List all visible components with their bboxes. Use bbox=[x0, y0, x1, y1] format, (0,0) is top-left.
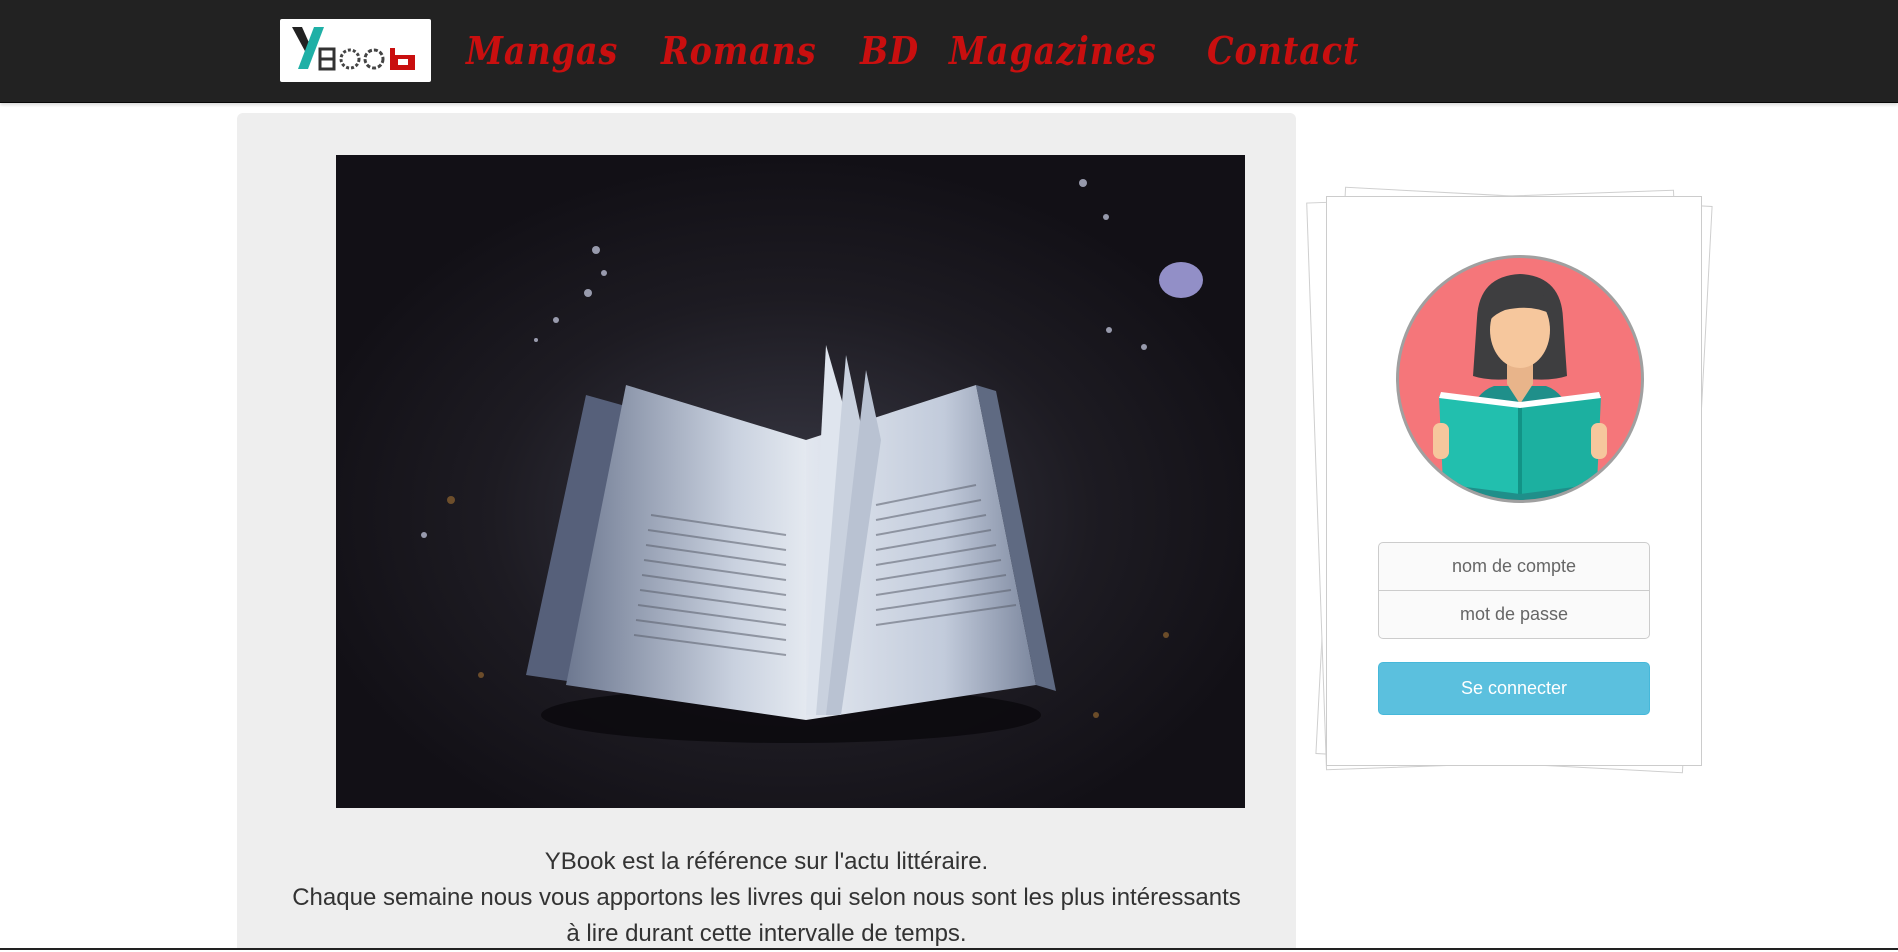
nav-link-contact[interactable]: Contact bbox=[1207, 28, 1359, 73]
ybook-logo[interactable] bbox=[280, 19, 431, 82]
login-widget: Se connecter bbox=[1306, 186, 1724, 790]
main-content-panel: YBook est la référence sur l'actu littér… bbox=[237, 113, 1296, 950]
nav-link-romans[interactable]: Romans bbox=[661, 28, 817, 73]
nav-link-bd[interactable]: BD bbox=[860, 28, 919, 73]
login-card: Se connecter bbox=[1326, 196, 1702, 766]
intro-line-1: YBook est la référence sur l'actu littér… bbox=[544, 848, 989, 875]
password-input[interactable] bbox=[1378, 590, 1650, 639]
intro-line-2: Chaque semaine nous vous apportons les l… bbox=[292, 884, 1241, 947]
nav-link-magazines[interactable]: Magazines bbox=[949, 28, 1157, 73]
reader-avatar-icon bbox=[1396, 255, 1644, 503]
login-button[interactable]: Se connecter bbox=[1378, 662, 1650, 715]
intro-text: YBook est la référence sur l'actu littér… bbox=[287, 844, 1246, 952]
nav-link-mangas[interactable]: Mangas bbox=[466, 28, 618, 73]
navbar: Mangas Romans BD Magazines Contact bbox=[0, 0, 1898, 103]
hero-open-book-image bbox=[336, 155, 1245, 808]
main-nav: Mangas Romans BD Magazines Contact bbox=[466, 22, 1366, 78]
username-input[interactable] bbox=[1378, 542, 1650, 591]
